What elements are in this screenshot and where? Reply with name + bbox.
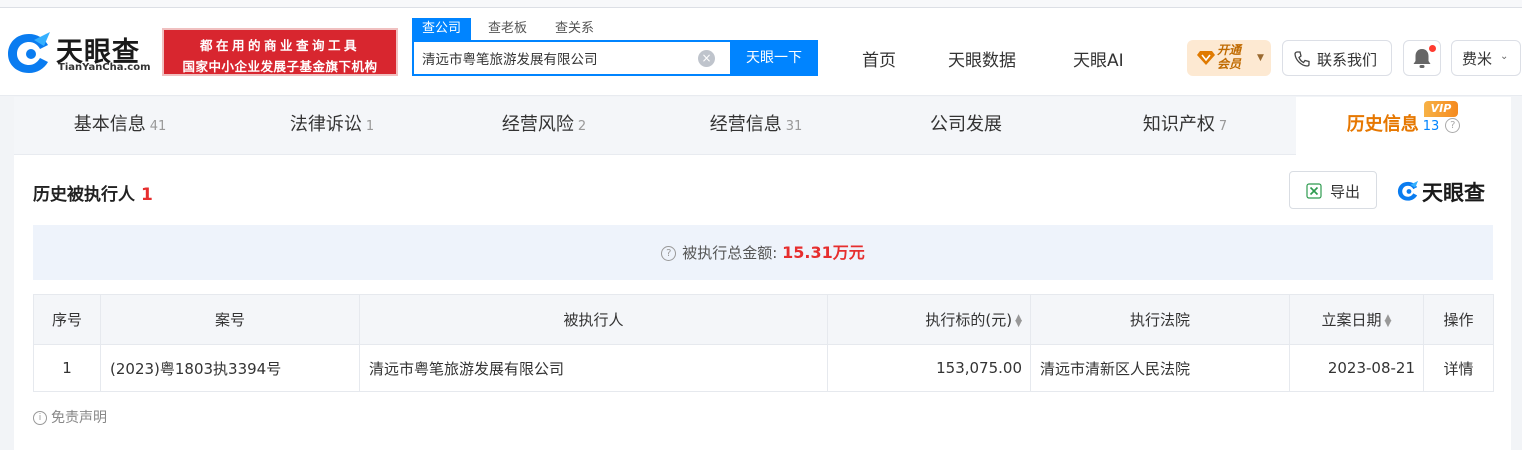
vip-badge: VIP (1424, 101, 1458, 117)
top-header: 天眼查 TianYanCha.com 都在用的商业查询工具 国家中小企业发展子基… (0, 0, 1522, 96)
cell-amount: 153,075.00 (827, 344, 1031, 392)
tab-history-info[interactable]: 历史信息 13? (1296, 97, 1511, 155)
col-date[interactable]: 立案日期 ▲ ▼ (1289, 294, 1424, 345)
tianyancha-logo-icon (8, 32, 50, 73)
browser-edge (0, 0, 1522, 8)
search-box: × 天眼一下 (412, 40, 818, 76)
main-card: 基本信息 41 法律诉讼 1 经营风险 2 经营信息 31 公司发展 知识产权 7 历史信… (14, 97, 1511, 450)
excel-icon (1306, 183, 1322, 199)
notification-dot (1429, 45, 1436, 52)
col-amount[interactable]: 执行标的(元) ▲ ▼ (827, 294, 1031, 345)
site-logo[interactable]: 天眼查 TianYanCha.com (4, 30, 154, 76)
col-case-no: 案号 (100, 294, 360, 345)
table-header-row: 序号 案号 被执行人 执行标的(元) ▲ ▼ 执行法院 立案日期 ▲ ▼ 操作 (33, 294, 1494, 345)
export-label: 导出 (1330, 183, 1361, 201)
tab-intellectual-property[interactable]: 知识产权 7 (1074, 97, 1296, 155)
tab-company-development[interactable]: 公司发展 (862, 97, 1074, 155)
promo-line-1: 都在用的商业查询工具 (199, 38, 360, 53)
promo-line-2: 国家中小企业发展子基金旗下机构 (182, 59, 378, 74)
user-name: 费米 (1462, 50, 1493, 68)
col-action: 操作 (1423, 294, 1494, 345)
notification-button[interactable] (1403, 40, 1441, 76)
col-index: 序号 (33, 294, 101, 345)
open-vip-button[interactable]: 开通 会员 ▼ (1187, 40, 1271, 76)
cell-case-no-link[interactable]: (2023)粤1803执3394号 (100, 344, 360, 392)
nav-tianyan-data[interactable]: 天眼数据 (948, 46, 1016, 71)
sort-icon[interactable]: ▲ ▼ (1015, 313, 1022, 328)
nav-home[interactable]: 首页 (862, 46, 896, 71)
search-tab-company[interactable]: 查公司 (412, 18, 472, 40)
brand-text: 天眼查 (1422, 181, 1485, 205)
detail-link[interactable]: 详情 (1423, 344, 1494, 392)
cell-party-link[interactable]: 清远市粤笔旅游发展有限公司 (359, 344, 828, 392)
search-input[interactable] (414, 42, 728, 74)
search-button[interactable]: 天眼一下 (730, 40, 818, 76)
tab-basic-info[interactable]: 基本信息 41 (14, 97, 226, 155)
section-count: 1 (141, 185, 153, 205)
summary-label: 被执行总金额: (682, 244, 778, 262)
caret-down-icon: ▼ (1257, 53, 1264, 63)
tab-business-info[interactable]: 经营信息 31 (650, 97, 862, 155)
chevron-down-icon: ⌄ (1500, 51, 1509, 62)
question-icon[interactable]: ? (661, 246, 677, 261)
executed-persons-table: 序号 案号 被执行人 执行标的(元) ▲ ▼ 执行法院 立案日期 ▲ ▼ 操作 1 (2… (33, 294, 1494, 392)
info-icon: i (33, 411, 47, 425)
tab-business-risk[interactable]: 经营风险 2 (438, 97, 650, 155)
phone-icon (1294, 51, 1310, 67)
tianyancha-logo-icon (1397, 180, 1419, 201)
question-icon[interactable]: ? (1445, 117, 1461, 133)
logo-domain: TianYanCha.com (58, 62, 151, 73)
summary-amount: 15.31万元 (782, 243, 865, 262)
vip-gem-icon (1197, 51, 1215, 65)
sort-icon[interactable]: ▲ ▼ (1385, 313, 1392, 328)
cell-court: 清远市清新区人民法院 (1030, 344, 1290, 392)
bell-icon (1413, 49, 1431, 68)
col-court: 执行法院 (1030, 294, 1290, 345)
user-menu[interactable]: 费米 ⌄ (1451, 40, 1521, 76)
nav-tianyan-ai[interactable]: 天眼AI (1073, 46, 1124, 71)
table-row: 1 (2023)粤1803执3394号 清远市粤笔旅游发展有限公司 153,07… (33, 344, 1494, 392)
col-party: 被执行人 (359, 294, 828, 345)
contact-us-label: 联系我们 (1317, 51, 1378, 69)
search-tab-relation[interactable]: 查关系 (555, 18, 594, 40)
company-tab-bar: 基本信息 41 法律诉讼 1 经营风险 2 经营信息 31 公司发展 知识产权 7 历史信… (14, 97, 1511, 155)
export-button[interactable]: 导出 (1289, 171, 1377, 209)
execution-summary: ? 被执行总金额: 15.31万元 (33, 225, 1493, 280)
disclaimer-link[interactable]: i 免责声明 (33, 407, 107, 427)
search-tab-boss[interactable]: 查老板 (488, 18, 527, 40)
cell-index: 1 (33, 344, 101, 392)
section-title: 历史被执行人 1 (33, 185, 153, 205)
cell-date: 2023-08-21 (1289, 344, 1424, 392)
open-vip-label: 开通 会员 (1217, 43, 1242, 71)
tab-legal[interactable]: 法律诉讼 1 (226, 97, 438, 155)
clear-icon[interactable]: × (698, 50, 715, 67)
contact-us-button[interactable]: 联系我们 (1282, 40, 1392, 76)
promo-banner[interactable]: 都在用的商业查询工具 国家中小企业发展子基金旗下机构 (162, 28, 398, 76)
